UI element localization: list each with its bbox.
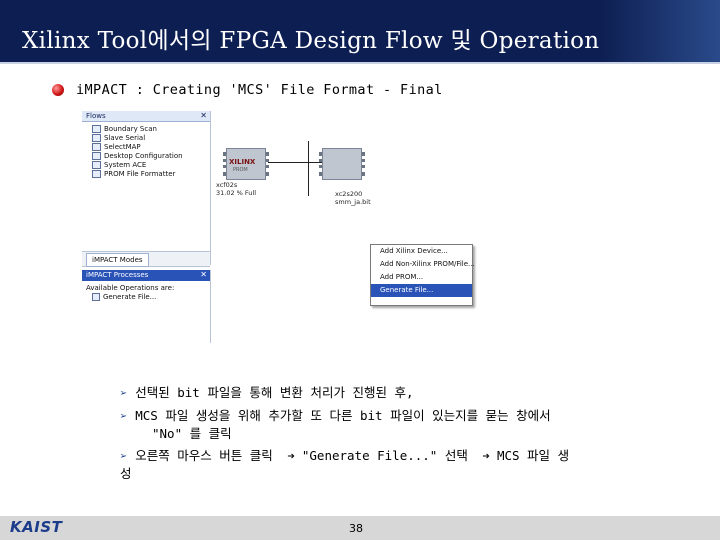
arrowhead-bullet-icon: ➢ xyxy=(120,409,128,423)
slide-title: Xilinx Tool에서의 FPGA Design Flow 및 Operat… xyxy=(22,28,600,54)
flow-item[interactable]: SelectMAP xyxy=(82,143,210,152)
page-number: 38 xyxy=(349,522,363,535)
chain-icon xyxy=(92,125,101,133)
menu-item-add-prom[interactable]: Add PROM... xyxy=(371,271,472,284)
serial-icon xyxy=(92,134,101,142)
fpga-device-chip[interactable] xyxy=(319,148,365,180)
flows-panel-header: Flows ✕ xyxy=(82,111,210,122)
note-line: ➢ MCS 파일 생성을 위해 추가할 또 다른 bit 파일이 있는지를 묻는 … xyxy=(120,408,551,423)
prom-device-chip[interactable]: XILINX PROM xyxy=(223,148,269,180)
prom-icon xyxy=(92,170,101,178)
flow-item[interactable]: Boundary Scan xyxy=(82,125,210,134)
flow-item[interactable]: PROM File Formatter xyxy=(82,170,210,179)
process-item-generate-file[interactable]: Generate File... xyxy=(82,293,210,302)
right-arrow-icon: ➔ xyxy=(287,448,295,463)
config-icon xyxy=(92,152,101,160)
note-line: 성 xyxy=(120,466,132,481)
flow-item[interactable]: Slave Serial xyxy=(82,134,210,143)
title-divider xyxy=(0,62,720,64)
arrowhead-bullet-icon: ➢ xyxy=(120,449,128,463)
bullet-text: iMPACT : Creating 'MCS' File Format - Fi… xyxy=(76,82,443,98)
processes-panel-title: iMPACT Processes xyxy=(86,271,149,279)
flows-panel: Flows ✕ Boundary Scan Slave Serial Selec… xyxy=(82,111,211,265)
flows-list: Boundary Scan Slave Serial SelectMAP Des… xyxy=(82,122,210,179)
processes-header-text: Available Operations are: xyxy=(86,284,175,292)
device1-label: xcf02s 31.02 % Full xyxy=(216,181,257,197)
close-icon[interactable]: ✕ xyxy=(200,270,207,280)
processes-list: Available Operations are: Generate File.… xyxy=(82,281,210,302)
chip-brand: XILINX xyxy=(229,158,256,166)
jtag-cable xyxy=(308,141,309,196)
bullet-icon xyxy=(52,84,64,96)
note-line: ➢ 오른쪽 마우스 버튼 클릭 ➔ "Generate File..." 선택 ➔ M… xyxy=(120,448,570,463)
kaist-logo: KAIST xyxy=(10,518,63,536)
boundary-canvas[interactable]: XILINX PROM xcf02s 31.02 % Full xc2s200 … xyxy=(212,111,491,343)
note-line: "No" 를 클릭 xyxy=(152,426,232,441)
flow-item[interactable]: Desktop Configuration xyxy=(82,152,210,161)
impact-screenshot: Flows ✕ Boundary Scan Slave Serial Selec… xyxy=(82,111,491,343)
close-icon[interactable]: ✕ xyxy=(200,111,207,121)
flow-item[interactable]: System ACE xyxy=(82,161,210,170)
title-bar: Xilinx Tool에서의 FPGA Design Flow 및 Operat… xyxy=(0,0,720,62)
menu-item-generate-file[interactable]: Generate File... xyxy=(371,284,472,297)
process-icon xyxy=(92,293,100,301)
arrowhead-bullet-icon: ➢ xyxy=(120,386,128,400)
title-accent xyxy=(600,0,720,62)
map-icon xyxy=(92,143,101,151)
context-menu: Add Xilinx Device... Add Non-Xilinx PROM… xyxy=(370,244,475,306)
menu-item-add-non-xilinx-prom[interactable]: Add Non-Xilinx PROM/File... xyxy=(371,258,475,271)
chip-type: PROM xyxy=(233,167,248,173)
note-line: ➢ 선택된 bit 파일을 통해 변환 처리가 진행된 후, xyxy=(120,385,414,400)
tab-impact-modes[interactable]: iMPACT Modes xyxy=(86,253,149,267)
flows-panel-title: Flows xyxy=(86,112,106,120)
bullet-row: iMPACT : Creating 'MCS' File Format - Fi… xyxy=(52,82,443,98)
modes-tab-bar: iMPACT Modes xyxy=(82,251,210,267)
device2-label: xc2s200 smm_ja.bit xyxy=(335,190,371,206)
processes-panel-header: iMPACT Processes ✕ xyxy=(82,270,210,281)
right-arrow-icon: ➔ xyxy=(482,448,490,463)
processes-panel: iMPACT Processes ✕ Available Operations … xyxy=(82,270,211,343)
menu-item-add-xilinx-device[interactable]: Add Xilinx Device... xyxy=(371,245,472,258)
ace-icon xyxy=(92,161,101,169)
